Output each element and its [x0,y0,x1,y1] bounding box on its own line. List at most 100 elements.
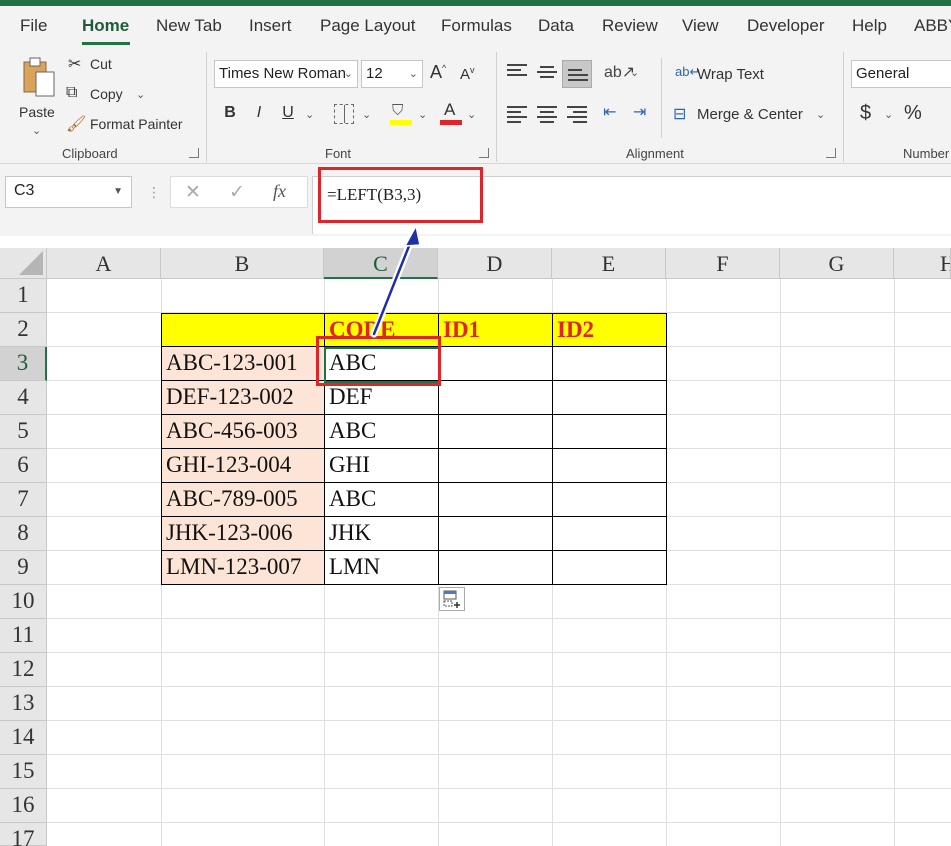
row-header-2[interactable]: 2 [0,313,47,347]
cell-c9[interactable]: LMN [325,551,439,585]
cell-e4[interactable] [553,381,667,415]
row-header-12[interactable]: 12 [0,653,47,687]
row-header-8[interactable]: 8 [0,517,47,551]
row-header-15[interactable]: 15 [0,755,47,789]
row-header-7[interactable]: 7 [0,483,47,517]
align-right-icon[interactable] [567,106,587,123]
select-all-button[interactable] [0,248,47,279]
column-header-c[interactable]: C [324,248,438,279]
cell-e3[interactable] [553,347,667,381]
italic-button[interactable]: I [249,104,269,122]
cell-d6[interactable] [439,449,553,483]
merge-center-button[interactable]: Merge & Center [697,106,803,123]
currency-dropdown-icon[interactable]: ⌄ [884,108,893,121]
cell-b8[interactable]: JHK-123-006 [161,517,325,551]
column-header-b[interactable]: B [161,248,324,279]
row-header-4[interactable]: 4 [0,381,47,415]
format-painter-button[interactable]: Format Painter [90,116,183,132]
row-header-6[interactable]: 6 [0,449,47,483]
cell-d9[interactable] [439,551,553,585]
align-left-icon[interactable] [507,106,527,123]
tab-developer[interactable]: Developer [747,16,825,36]
decrease-indent-icon[interactable]: ⇤ [603,102,616,122]
borders-button[interactable] [334,104,354,124]
fill-color-dropdown-icon[interactable]: ⌄ [418,108,427,121]
row-header-14[interactable]: 14 [0,721,47,755]
cell-e7[interactable] [553,483,667,517]
column-header-a[interactable]: A [47,248,161,279]
font-name-select[interactable]: Times New Roman ⌄ [214,60,358,88]
tab-page-layout[interactable]: Page Layout [320,16,415,36]
tab-review[interactable]: Review [602,16,658,36]
tab-view[interactable]: View [682,16,719,36]
font-color-dropdown-icon[interactable]: ⌄ [467,108,476,121]
name-box[interactable]: C3 ▼ [5,176,132,208]
cell-b9[interactable]: LMN-123-007 [161,551,325,585]
row-header-10[interactable]: 10 [0,585,47,619]
enter-icon[interactable]: ✓ [229,181,245,204]
orientation-dropdown-icon[interactable]: ⌄ [630,66,639,79]
tab-file[interactable]: File [20,16,47,36]
cell-c5[interactable]: ABC [325,415,439,449]
copy-button[interactable]: Copy [90,86,123,102]
column-header-g[interactable]: G [780,248,894,279]
row-header-9[interactable]: 9 [0,551,47,585]
cell-b7[interactable]: ABC-789-005 [161,483,325,517]
grow-font-button[interactable]: A^ [430,62,446,83]
cell-e2[interactable]: ID2 [553,313,667,347]
cell-c6[interactable]: GHI [325,449,439,483]
bottom-align-button[interactable] [562,60,592,88]
tab-new-tab[interactable]: New Tab [156,16,222,36]
tab-home[interactable]: Home [82,16,129,36]
cell-b3[interactable]: ABC-123-001 [161,347,325,381]
merge-center-dropdown-icon[interactable]: ⌄ [816,108,825,121]
cell-e5[interactable] [553,415,667,449]
cell-b2[interactable] [161,313,325,347]
formula-bar-grip-icon[interactable]: ⋮ [147,184,161,201]
row-header-11[interactable]: 11 [0,619,47,653]
paste-button[interactable]: Paste ⌄ [14,54,60,137]
font-size-select[interactable]: 12 ⌄ [361,60,423,88]
clipboard-launcher-icon[interactable] [189,148,199,158]
tab-abbyy[interactable]: ABBY [914,16,951,36]
cell-d5[interactable] [439,415,553,449]
cell-d4[interactable] [439,381,553,415]
tab-help[interactable]: Help [852,16,887,36]
cell-e6[interactable] [553,449,667,483]
row-header-17[interactable]: 17 [0,823,47,846]
cancel-icon[interactable]: ✕ [185,181,201,204]
font-color-button[interactable]: A [440,100,462,126]
font-launcher-icon[interactable] [479,148,489,158]
underline-button[interactable]: U [278,104,298,122]
cell-b6[interactable]: GHI-123-004 [161,449,325,483]
column-header-f[interactable]: F [666,248,780,279]
cell-c8[interactable]: JHK [325,517,439,551]
quick-analysis-button[interactable] [439,587,465,611]
cell-d3[interactable] [439,347,553,381]
cell-b5[interactable]: ABC-456-003 [161,415,325,449]
cell-e8[interactable] [553,517,667,551]
column-header-d[interactable]: D [438,248,552,279]
row-header-16[interactable]: 16 [0,789,47,823]
alignment-launcher-icon[interactable] [826,148,836,158]
top-align-icon[interactable] [507,64,527,78]
tab-formulas[interactable]: Formulas [441,16,512,36]
wrap-text-button[interactable]: Wrap Text [697,66,764,83]
bold-button[interactable]: B [220,104,240,122]
copy-dropdown-icon[interactable]: ⌄ [136,88,145,101]
increase-indent-icon[interactable]: ⇥ [633,102,646,122]
row-header-1[interactable]: 1 [0,279,47,313]
cell-d2[interactable]: ID1 [439,313,553,347]
row-header-3[interactable]: 3 [0,347,47,381]
cell-d7[interactable] [439,483,553,517]
cell-c7[interactable]: ABC [325,483,439,517]
currency-button[interactable]: $ [860,102,871,125]
align-center-icon[interactable] [537,106,557,123]
paste-dropdown-icon[interactable]: ⌄ [32,124,41,137]
cell-c4[interactable]: DEF [325,381,439,415]
cell-e9[interactable] [553,551,667,585]
column-header-h[interactable]: H [894,248,951,279]
cell-b4[interactable]: DEF-123-002 [161,381,325,415]
row-header-5[interactable]: 5 [0,415,47,449]
middle-align-icon[interactable] [537,66,557,80]
